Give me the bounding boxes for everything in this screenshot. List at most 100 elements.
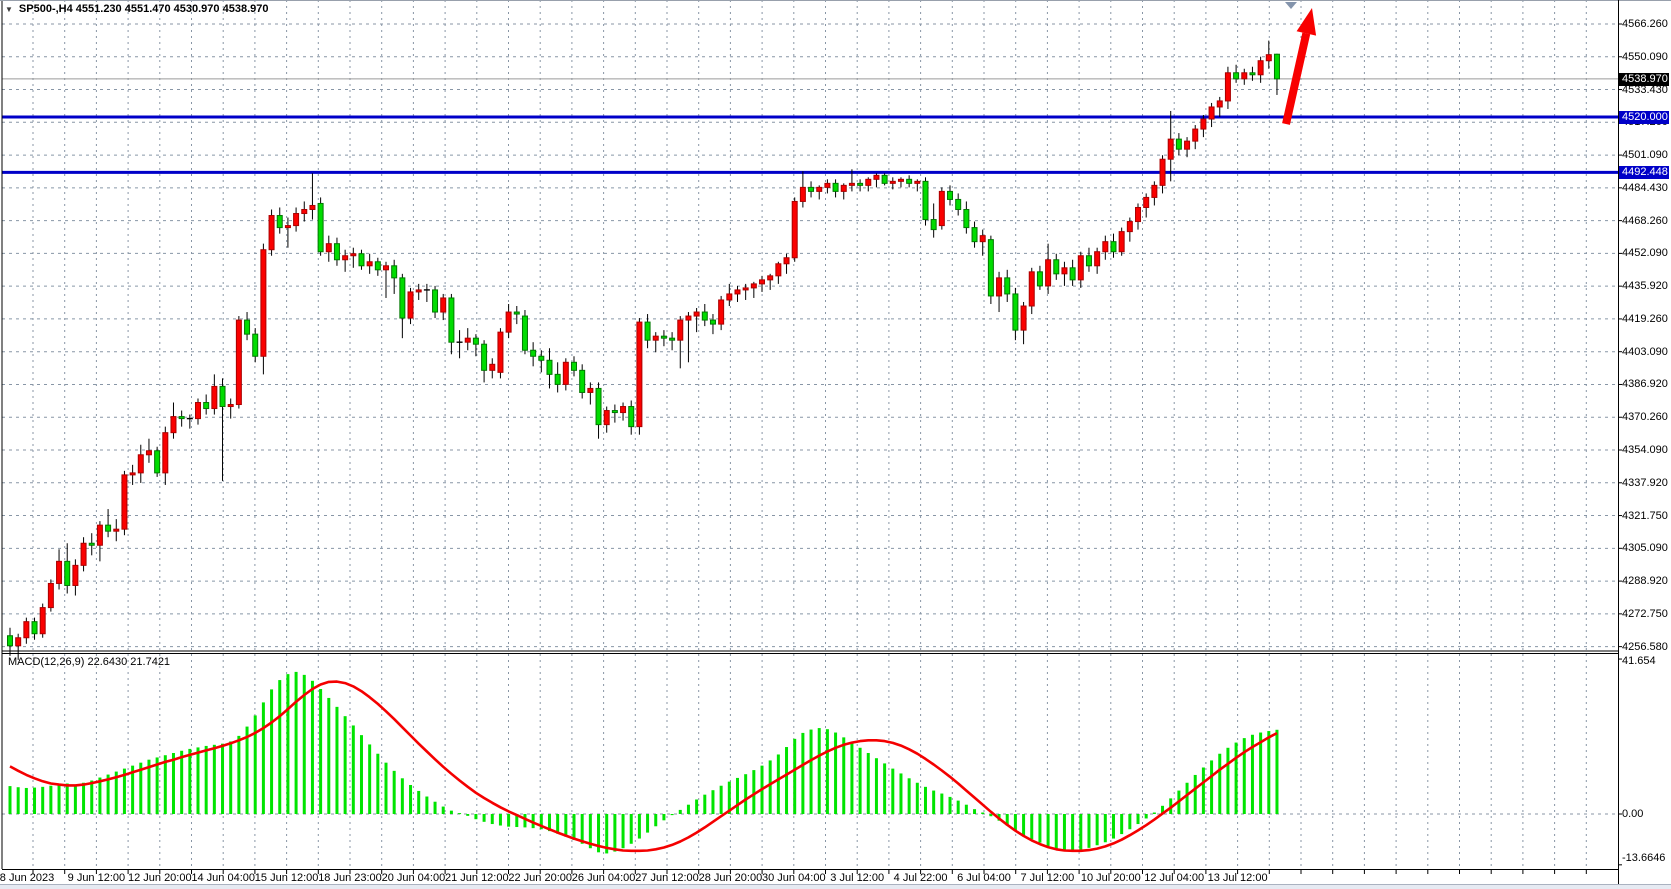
macd-histogram-bar bbox=[295, 672, 298, 814]
macd-histogram-bar bbox=[270, 689, 273, 814]
candle-bear bbox=[318, 203, 323, 251]
macd-histogram-bar bbox=[1055, 814, 1058, 849]
candle-bear bbox=[670, 338, 675, 340]
price-axis-label: 4321.750 bbox=[1622, 510, 1668, 522]
time-axis-label: 14 Jun 04:00 bbox=[191, 872, 255, 884]
macd-zero-label: 0.00 bbox=[1622, 808, 1643, 820]
macd-min-label: -13.6646 bbox=[1622, 852, 1665, 864]
macd-histogram-bar bbox=[1030, 814, 1033, 839]
candle-bull bbox=[294, 214, 299, 226]
resistance-price-tag[interactable]: 4520.000 bbox=[1619, 111, 1669, 124]
macd-histogram-bar bbox=[769, 760, 772, 814]
macd-histogram-bar bbox=[1071, 814, 1074, 851]
candle-bull bbox=[1225, 73, 1230, 101]
candle-bear bbox=[972, 228, 977, 242]
candle-bull bbox=[678, 320, 683, 340]
macd-histogram-bar bbox=[483, 814, 486, 822]
macd-histogram-bar bbox=[752, 770, 755, 814]
macd-histogram-bar bbox=[826, 729, 829, 814]
candle-bull bbox=[1021, 306, 1026, 330]
macd-histogram-bar bbox=[1112, 814, 1115, 839]
time-axis-label: 12 Jun 20:00 bbox=[128, 872, 192, 884]
candle-bull bbox=[310, 205, 315, 209]
candle-bear bbox=[1250, 73, 1255, 75]
macd-histogram-bar bbox=[58, 785, 61, 814]
candle-bear bbox=[612, 411, 617, 413]
macd-histogram-bar bbox=[311, 681, 314, 814]
candle-bear bbox=[629, 407, 634, 427]
object-anchor-icon[interactable] bbox=[1285, 2, 1297, 9]
trend-arrow-icon[interactable] bbox=[1297, 8, 1317, 36]
candle-bull bbox=[261, 250, 266, 357]
macd-indicator-label: MACD(12,26,9) 22.6430 21.7421 bbox=[8, 656, 170, 668]
macd-histogram-bar bbox=[875, 758, 878, 814]
candle-bull bbox=[980, 236, 985, 242]
candle-bull bbox=[367, 262, 372, 266]
macd-histogram-bar bbox=[646, 814, 649, 833]
candle-bull bbox=[866, 179, 871, 185]
candle-bear bbox=[449, 298, 454, 342]
macd-histogram-bar bbox=[785, 747, 788, 814]
chart-canvas[interactable] bbox=[0, 0, 1671, 889]
macd-histogram-bar bbox=[973, 809, 976, 814]
macd-histogram-bar bbox=[9, 786, 12, 814]
price-axis-label: 4354.090 bbox=[1622, 444, 1668, 456]
macd-histogram-bar bbox=[1104, 814, 1107, 842]
macd-histogram-bar bbox=[25, 788, 28, 814]
candle-bull bbox=[653, 336, 658, 340]
macd-histogram-bar bbox=[507, 814, 510, 827]
macd-histogram-bar bbox=[90, 781, 93, 814]
support-price-tag[interactable]: 4492.448 bbox=[1619, 166, 1669, 179]
candle-bear bbox=[1013, 294, 1018, 330]
macd-histogram-bar bbox=[229, 741, 232, 814]
candle-bear bbox=[596, 388, 601, 424]
candle-bull bbox=[743, 288, 748, 290]
candle-bull bbox=[57, 561, 62, 583]
candle-bull bbox=[1160, 159, 1165, 185]
macd-histogram-bar bbox=[1275, 730, 1278, 814]
candle-bear bbox=[359, 254, 364, 266]
candle-bull bbox=[604, 411, 609, 425]
candle-bull bbox=[24, 622, 29, 638]
candle-bull bbox=[40, 608, 45, 634]
macd-histogram-bar bbox=[793, 739, 796, 814]
macd-histogram-bar bbox=[246, 727, 249, 814]
candle-bull bbox=[898, 179, 903, 181]
macd-histogram-bar bbox=[360, 735, 363, 814]
candle-bear bbox=[547, 360, 552, 374]
time-axis-label: 28 Jun 20:00 bbox=[699, 872, 763, 884]
candle-bull bbox=[1217, 101, 1222, 107]
candle-bull bbox=[719, 300, 724, 324]
macd-histogram-bar bbox=[899, 773, 902, 814]
macd-histogram-bar bbox=[278, 680, 281, 814]
macd-histogram-bar bbox=[581, 814, 584, 844]
macd-histogram-bar bbox=[401, 778, 404, 814]
candle-bull bbox=[874, 175, 879, 179]
time-axis-label: 7 Jul 12:00 bbox=[1020, 872, 1074, 884]
candle-bear bbox=[572, 362, 577, 370]
time-axis-label: 20 Jun 04:00 bbox=[382, 872, 446, 884]
macd-histogram-bar bbox=[1137, 814, 1140, 824]
macd-histogram-bar bbox=[98, 778, 101, 814]
candle-bear bbox=[580, 370, 585, 392]
time-axis-label: 13 Jul 12:00 bbox=[1208, 872, 1268, 884]
candle-bull bbox=[841, 185, 846, 191]
macd-histogram-bar bbox=[744, 774, 747, 814]
macd-histogram-bar bbox=[213, 745, 216, 814]
candle-bull bbox=[1078, 256, 1083, 280]
symbol-dropdown-icon[interactable]: ▼ bbox=[5, 5, 13, 14]
macd-histogram-bar bbox=[703, 795, 706, 814]
candle-bull bbox=[792, 201, 797, 257]
macd-histogram-bar bbox=[891, 769, 894, 814]
time-axis-label: 15 Jun 12:00 bbox=[255, 872, 319, 884]
candle-bull bbox=[384, 266, 389, 270]
macd-histogram-bar bbox=[1267, 731, 1270, 814]
candle-bull bbox=[269, 216, 274, 250]
candle-bull bbox=[849, 183, 854, 185]
candle-bull bbox=[498, 332, 503, 372]
time-axis-label: 26 Jun 04:00 bbox=[572, 872, 636, 884]
macd-histogram-bar bbox=[736, 778, 739, 814]
macd-histogram-bar bbox=[376, 754, 379, 814]
time-axis-label: 6 Jul 04:00 bbox=[957, 872, 1011, 884]
candle-bear bbox=[964, 209, 969, 227]
